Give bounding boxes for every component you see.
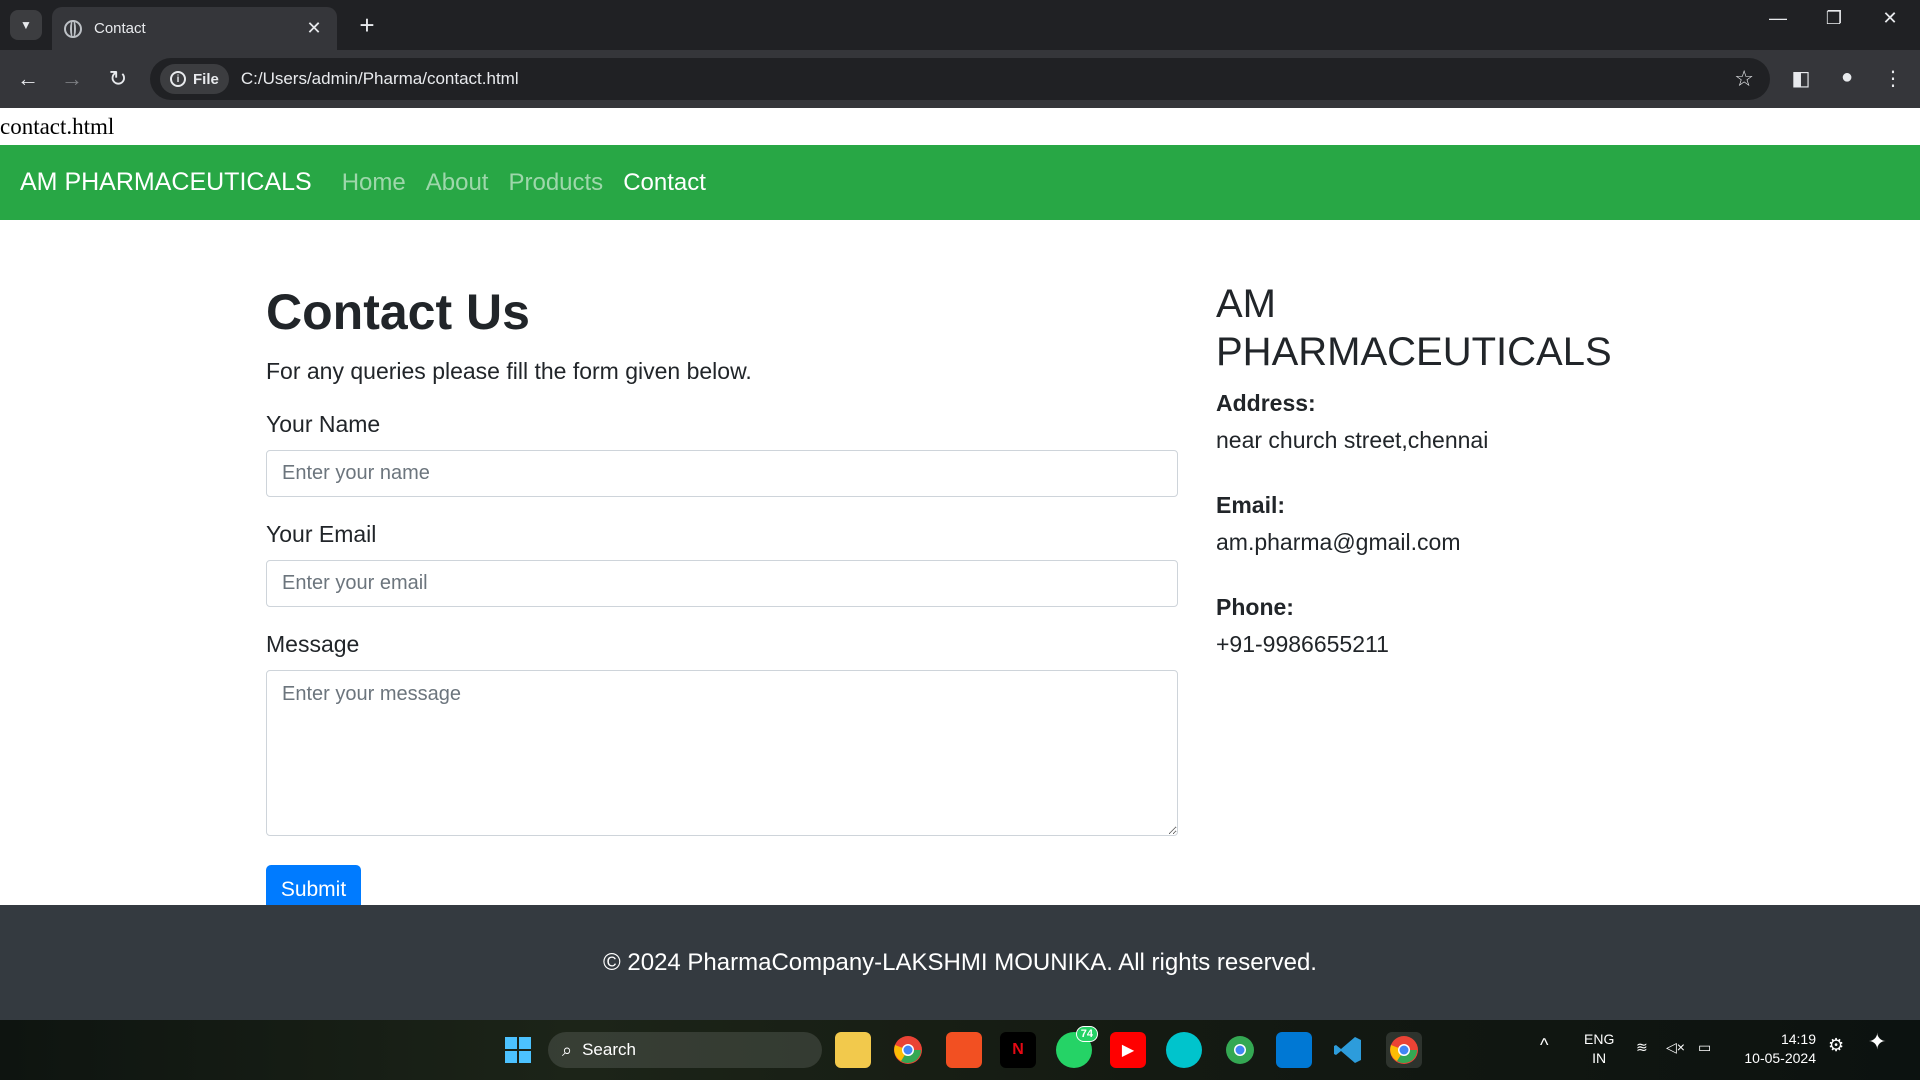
nav-products[interactable]: Products — [508, 169, 603, 197]
taskbar-search[interactable]: ⌕ Search — [548, 1032, 822, 1068]
site-info-chip[interactable]: i File — [160, 64, 229, 94]
youtube-icon[interactable]: ▶ — [1110, 1032, 1146, 1068]
address-label: Address: — [1216, 390, 1316, 416]
address-bar[interactable]: i File C:/Users/admin/Pharma/contact.htm… — [150, 58, 1770, 100]
whatsapp-icon[interactable]: 74 — [1056, 1026, 1098, 1068]
file-chip-label: File — [193, 70, 219, 88]
close-window-button[interactable]: ✕ — [1870, 8, 1910, 29]
page-subtitle: For any queries please fill the form giv… — [266, 358, 752, 384]
microsoft-store-icon[interactable] — [946, 1032, 982, 1068]
site-navbar: AM PHARMACEUTICALS Home About Products C… — [0, 145, 1920, 220]
phone-value: +91-9986655211 — [1216, 631, 1389, 657]
windows-start-icon[interactable] — [500, 1032, 536, 1068]
clock[interactable]: 14:19 10-05-2024 — [1736, 1030, 1816, 1068]
brand-logo[interactable]: AM PHARMACEUTICALS — [20, 168, 312, 197]
chrome-profile-icon[interactable] — [1222, 1032, 1258, 1068]
email-info-label: Email: — [1216, 492, 1286, 518]
chrome-icon[interactable] — [890, 1032, 926, 1068]
close-icon[interactable]: ✕ — [303, 18, 325, 39]
email-input[interactable] — [266, 560, 1178, 607]
side-panel-icon[interactable]: ◧ — [1786, 66, 1816, 91]
company-name-line2: PHARMACEUTICALS — [1216, 330, 1612, 374]
contact-form-section: Contact Us For any queries please fill t… — [266, 280, 1178, 915]
nav-contact[interactable]: Contact — [623, 169, 706, 197]
browser-tab[interactable]: Contact ✕ — [52, 7, 337, 50]
profile-icon[interactable]: ● — [1832, 66, 1862, 89]
globe-icon — [64, 19, 82, 38]
canva-icon[interactable] — [1166, 1032, 1202, 1068]
name-input[interactable] — [266, 450, 1178, 497]
vscode-icon[interactable] — [1330, 1032, 1366, 1068]
file-explorer-icon[interactable] — [835, 1032, 871, 1068]
netflix-icon[interactable]: N — [1000, 1032, 1036, 1068]
windows-taskbar: ⌕ Search N 74 ▶ ^ ENG IN ≋ ◁× ▭ 14:19 10… — [0, 1020, 1920, 1080]
tab-search-button[interactable]: ▼ — [10, 10, 42, 40]
back-button[interactable]: ← — [12, 64, 44, 94]
forward-button[interactable]: → — [56, 64, 88, 94]
chevron-up-icon[interactable]: ^ — [1540, 1036, 1548, 1055]
copilot-icon[interactable]: ✦ — [1868, 1031, 1886, 1053]
lang-line1: ENG — [1584, 1031, 1615, 1047]
email-label: Your Email — [266, 521, 377, 547]
language-indicator[interactable]: ENG IN — [1584, 1030, 1614, 1068]
address-value: near church street,chennai — [1216, 427, 1489, 453]
message-textarea[interactable] — [266, 670, 1178, 836]
browser-toolbar: ← → ↻ i File C:/Users/admin/Pharma/conta… — [0, 50, 1920, 108]
new-tab-button[interactable]: + — [352, 10, 382, 40]
nav-about[interactable]: About — [426, 169, 489, 197]
battery-icon[interactable]: ▭ — [1698, 1038, 1711, 1057]
page-file-label: contact.html — [0, 114, 115, 139]
browser-tab-bar: ▼ Contact ✕ + — ❐ ✕ — [0, 0, 1920, 50]
volume-muted-icon[interactable]: ◁× — [1666, 1038, 1685, 1057]
page-title: Contact Us — [266, 284, 530, 340]
chevron-down-icon: ▼ — [20, 18, 32, 32]
taskbar-search-label: Search — [582, 1040, 636, 1059]
chrome-active-icon[interactable] — [1386, 1032, 1422, 1068]
notifications-icon[interactable]: ⚙ — [1828, 1036, 1844, 1055]
name-label: Your Name — [266, 411, 381, 437]
search-icon: ⌕ — [562, 1039, 573, 1060]
bookmark-star-icon[interactable]: ☆ — [1734, 66, 1754, 92]
photos-icon[interactable] — [1276, 1032, 1312, 1068]
company-name-line1: AM — [1216, 282, 1276, 326]
info-icon: i — [170, 71, 186, 87]
message-label: Message — [266, 631, 360, 657]
whatsapp-badge: 74 — [1075, 1026, 1098, 1042]
company-info: AM PHARMACEUTICALS Address: near church … — [1216, 280, 1636, 658]
site-footer: © 2024 PharmaCompany-LAKSHMI MOUNIKA. Al… — [0, 905, 1920, 1020]
clock-time: 14:19 — [1780, 1031, 1816, 1047]
menu-icon[interactable]: ⋮ — [1878, 66, 1908, 91]
clock-date: 10-05-2024 — [1744, 1050, 1816, 1066]
minimize-button[interactable]: — — [1758, 8, 1798, 29]
restore-button[interactable]: ❐ — [1814, 8, 1854, 29]
tab-title: Contact — [94, 20, 146, 37]
wifi-icon[interactable]: ≋ — [1636, 1038, 1648, 1057]
lang-line2: IN — [1592, 1050, 1607, 1066]
phone-label: Phone: — [1216, 594, 1294, 620]
footer-text: © 2024 PharmaCompany-LAKSHMI MOUNIKA. Al… — [603, 948, 1317, 976]
email-value: am.pharma@gmail.com — [1216, 529, 1461, 555]
nav-home[interactable]: Home — [342, 169, 406, 197]
reload-button[interactable]: ↻ — [102, 64, 134, 94]
url-text[interactable]: C:/Users/admin/Pharma/contact.html — [241, 69, 1734, 89]
